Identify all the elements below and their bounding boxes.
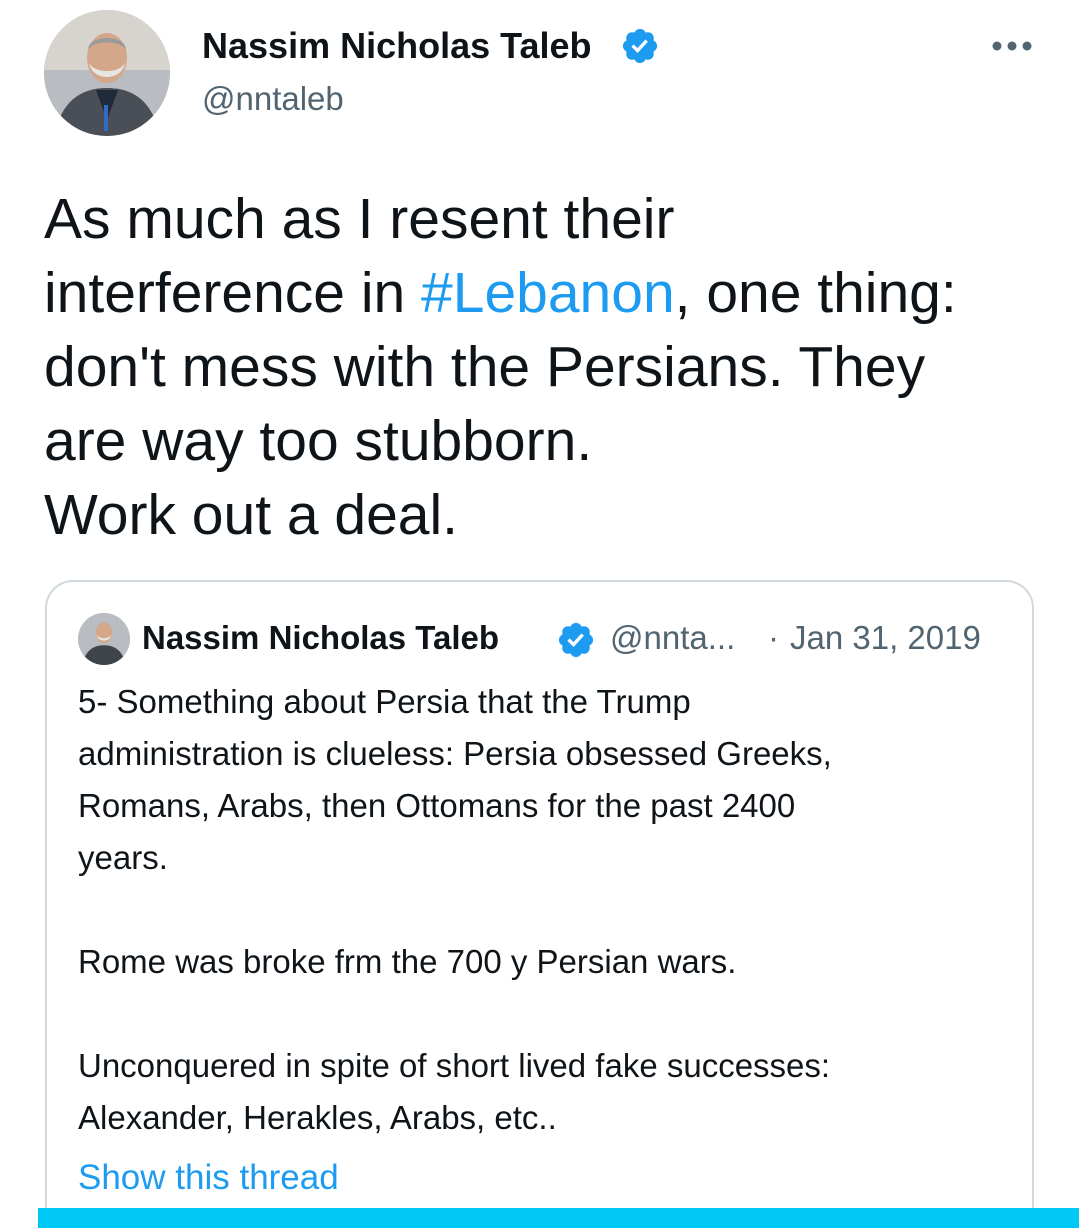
quoted-line: 5- Something about Persia that the Trump bbox=[78, 683, 691, 720]
separator-dot: · bbox=[768, 619, 779, 656]
quoted-line: administration is clueless: Persia obses… bbox=[78, 735, 832, 772]
tweet-line: As much as I resent their bbox=[44, 187, 675, 251]
quoted-line bbox=[78, 988, 1008, 1040]
author-handle[interactable]: @nntaleb bbox=[202, 80, 344, 118]
tweet-line: don't mess with the Persians. They bbox=[44, 335, 926, 399]
tweet-line: are way too stubborn. bbox=[44, 409, 593, 473]
author-name[interactable]: Nassim Nicholas Taleb bbox=[202, 26, 591, 66]
more-options-icon[interactable] bbox=[990, 34, 1034, 58]
quoted-author-handle: @nnta... bbox=[610, 619, 736, 656]
tweet-text-segment: interference in bbox=[44, 261, 422, 325]
show-thread-link[interactable]: Show this thread bbox=[78, 1156, 339, 1200]
verified-badge-icon bbox=[558, 622, 594, 658]
quoted-line: years. bbox=[78, 839, 168, 876]
quoted-line: Unconquered in spite of short lived fake… bbox=[78, 1047, 831, 1084]
hashtag-link[interactable]: #Lebanon bbox=[421, 261, 675, 325]
quoted-line: Rome was broke frm the 700 y Persian war… bbox=[78, 943, 737, 980]
quoted-author-avatar bbox=[78, 613, 130, 665]
quoted-tweet-date: Jan 31, 2019 bbox=[790, 619, 981, 656]
tweet-line: interference in #Lebanon, one thing: bbox=[44, 256, 1054, 330]
verified-badge-icon bbox=[622, 28, 658, 64]
quoted-author-name: Nassim Nicholas Taleb bbox=[142, 619, 500, 656]
tweet-text-segment: , one thing: bbox=[674, 261, 957, 325]
quoted-line bbox=[78, 884, 1008, 936]
quoted-line: Alexander, Herakles, Arabs, etc.. bbox=[78, 1099, 557, 1136]
tweet-line: Work out a deal. bbox=[44, 483, 459, 547]
tweet-text: As much as I resent their interference i… bbox=[44, 182, 1054, 552]
quoted-line: Romans, Arabs, then Ottomans for the pas… bbox=[78, 787, 796, 824]
author-avatar[interactable] bbox=[44, 10, 170, 136]
bottom-accent-bar bbox=[38, 1208, 1079, 1228]
quoted-tweet-text: 5- Something about Persia that the Trump… bbox=[78, 676, 1008, 1144]
